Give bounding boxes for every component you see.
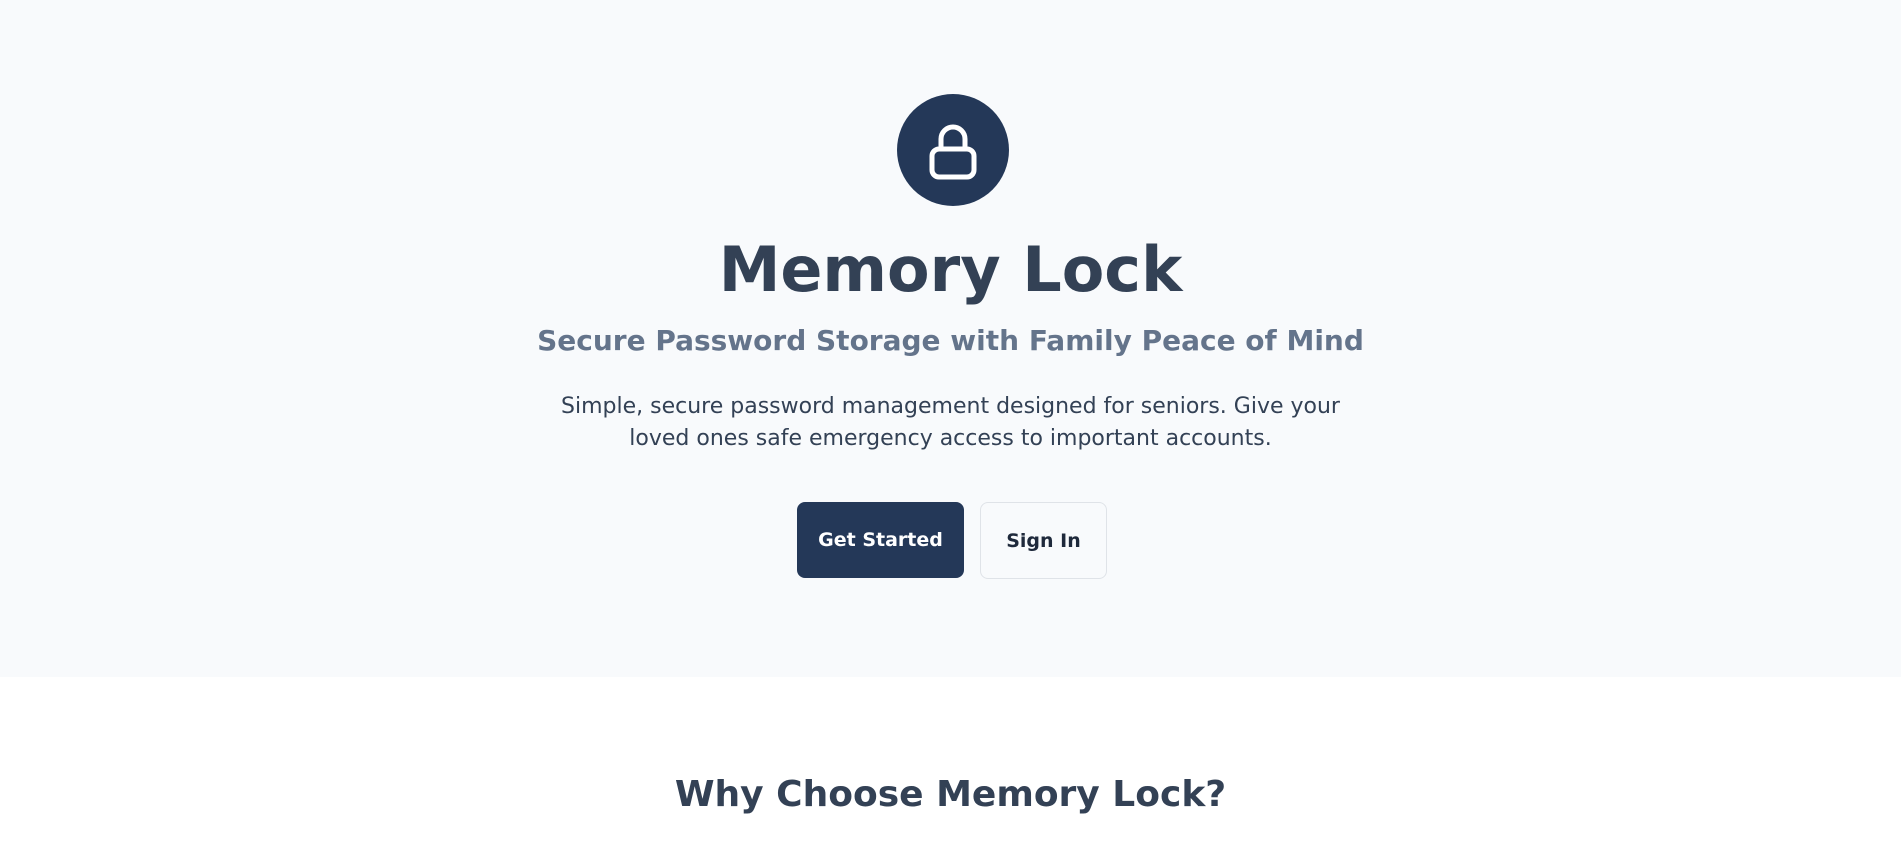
hero-description: Simple, secure password management desig… <box>561 394 1340 451</box>
lock-icon <box>929 124 977 180</box>
logo-badge <box>897 94 1009 206</box>
get-started-button[interactable]: Get Started <box>797 502 964 578</box>
sign-in-button[interactable]: Sign In <box>980 502 1107 579</box>
features-heading: Why Choose Memory Lock? <box>674 774 1227 815</box>
page-subtitle: Secure Password Storage with Family Peac… <box>537 324 1364 357</box>
hero-section: Memory Lock Secure Password Storage with… <box>0 0 1901 677</box>
page-title: Memory Lock <box>718 233 1183 306</box>
